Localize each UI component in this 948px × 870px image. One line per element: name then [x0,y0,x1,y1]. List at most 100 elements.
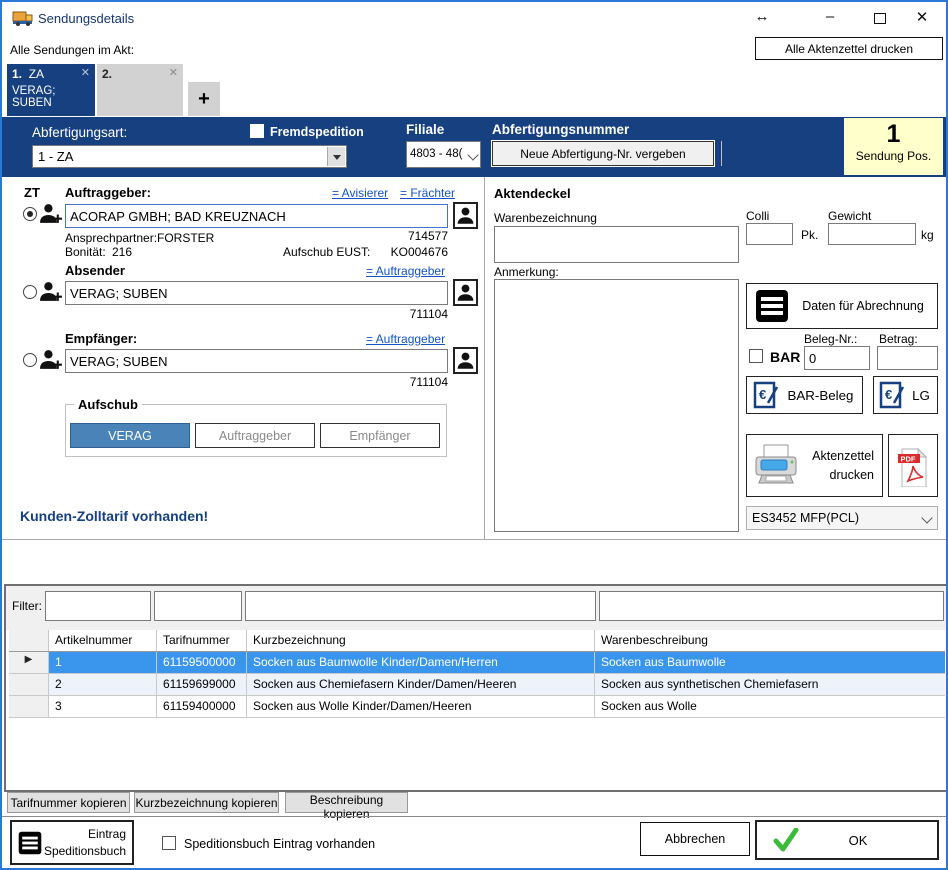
avisierer-link[interactable]: = Avisierer [332,186,388,200]
fremdspedition-checkbox[interactable] [250,124,264,138]
empfaenger-addressbook-button[interactable] [453,347,478,374]
close-button[interactable]: ✕ [907,8,937,26]
svg-text:PDF: PDF [901,454,916,463]
resize-horizontal-icon[interactable]: ↔ [747,8,777,25]
filiale-value: 4803 - 48( [410,148,462,160]
cell-tarifnummer: 61159500000 [157,652,247,673]
pdf-icon: PDF [896,445,930,487]
divider [721,141,722,166]
maximize-button[interactable] [874,13,886,24]
gewicht-input[interactable] [828,223,916,245]
absender-addressbook-button[interactable] [453,279,478,306]
all-shipments-label: Alle Sendungen im Akt: [10,43,134,57]
auftraggeber-addressbook-button[interactable] [453,202,478,229]
cell-kurzbezeichnung: Socken aus Baumwolle Kinder/Damen/Herren [247,652,595,673]
table-row[interactable]: 2 61159699000 Socken aus Chemiefasern Ki… [9,674,945,696]
filter-warenbeschreibung-input[interactable] [599,591,944,621]
tab-party-line2: SUBEN [12,97,90,109]
shipment-tab-1[interactable]: 1. ZA ✕ VERAG; SUBEN [7,64,95,116]
aktenzettel-drucken-button[interactable]: Aktenzettel drucken [746,434,883,497]
absender-auftraggeber-link[interactable]: = Auftraggeber [366,264,445,278]
absender-input[interactable] [65,281,448,305]
speditionsbuch-checkbox[interactable] [162,836,176,850]
aufschub-empfaenger-button[interactable]: Empfänger [320,423,440,448]
copy-tarifnummer-button[interactable]: Tarifnummer kopieren [7,792,130,813]
aufschub-auftraggeber-button[interactable]: Auftraggeber [195,423,315,448]
aufschub-label: Aufschub [74,397,142,412]
fraechter-link[interactable]: = Frächter [400,186,455,200]
daten-abrechnung-button[interactable]: Daten für Abrechnung [746,283,938,329]
absender-radio[interactable] [23,285,37,299]
article-grid: Artikelnummer Tarifnummer Kurzbezeichnun… [6,630,946,790]
speditionsbuch-checkbox-label: Speditionsbuch Eintrag vorhanden [184,837,375,851]
bar-label: BAR [770,349,800,365]
cell-warenbeschreibung: Socken aus Wolle [595,696,945,717]
pdf-export-button[interactable]: PDF [888,434,938,497]
minimize-button[interactable]: – [815,8,845,25]
column-header-warenbeschreibung[interactable]: Warenbeschreibung [595,630,945,651]
copy-kurzbezeichnung-button[interactable]: Kurzbezeichnung kopieren [134,792,279,813]
eintrag-speditionsbuch-button[interactable]: Eintrag Speditionsbuch [10,820,134,865]
dropdown-arrow-icon[interactable] [327,147,345,166]
betrag-input[interactable] [877,346,938,370]
lg-button[interactable]: € LG [873,376,938,414]
cell-artikelnummer: 1 [49,652,157,673]
person-icon [455,281,476,303]
anmerkung-textarea[interactable] [494,279,739,532]
copy-beschreibung-button[interactable]: Beschreibung kopieren [285,792,408,813]
filter-artikelnummer-input[interactable] [45,591,151,621]
sendung-pos-count: 1 [844,120,943,149]
colli-label: Colli [746,209,769,223]
tab-party-line1: VERAG; [12,85,90,97]
tab-close-icon[interactable]: ✕ [81,66,90,79]
auftraggeber-number: 714577 [348,229,448,243]
table-row[interactable]: 3 61159400000 Socken aus Wolle Kinder/Da… [9,696,945,718]
cell-artikelnummer: 2 [49,674,157,695]
svg-text:€: € [885,387,892,402]
filter-tarifnummer-input[interactable] [154,591,242,621]
bar-beleg-button[interactable]: € BAR-Beleg [746,376,863,414]
bar-checkbox[interactable] [749,349,763,363]
colli-input[interactable] [746,223,793,245]
filter-label: Filter: [12,599,42,613]
abbrechen-button[interactable]: Abbrechen [640,822,750,856]
column-header-kurzbezeichnung[interactable]: Kurzbezeichnung [247,630,595,651]
abfertigungsart-dropdown[interactable]: 1 - ZA [32,145,347,168]
cell-warenbeschreibung: Socken aus Baumwolle [595,652,945,673]
svg-text:€: € [759,387,766,402]
person-add-icon[interactable] [38,347,63,372]
warenbezeichnung-textarea[interactable] [494,226,739,263]
printer-select[interactable]: ES3452 MFP(PCL) [746,506,938,530]
column-header-tarifnummer[interactable]: Tarifnummer [157,630,247,651]
shipment-tab-2[interactable]: 2. ✕ [97,64,183,116]
empfaenger-input[interactable] [65,349,448,373]
beleg-nr-input[interactable] [804,346,870,370]
print-all-aktenzettel-button[interactable]: Alle Aktenzettel drucken [755,37,943,60]
table-row[interactable]: ▶ 1 61159500000 Socken aus Baumwolle Kin… [9,652,945,674]
filter-kurzbezeichnung-input[interactable] [245,591,596,621]
add-shipment-tab-button[interactable]: + [188,82,220,116]
empfaenger-auftraggeber-link[interactable]: = Auftraggeber [366,332,445,346]
abfertigungsart-label: Abfertigungsart: [32,125,127,140]
table-header-row: Artikelnummer Tarifnummer Kurzbezeichnun… [9,630,945,652]
cell-kurzbezeichnung: Socken aus Wolle Kinder/Damen/Heeren [247,696,595,717]
auftraggeber-input[interactable] [65,204,448,228]
auftraggeber-radio[interactable] [23,207,37,221]
speditionsbuch-label-line2: Speditionsbuch [44,844,126,858]
truck-icon [12,9,34,27]
empfaenger-radio[interactable] [23,353,37,367]
neue-abfertigung-button[interactable]: Neue Abfertigung-Nr. vergeben [492,141,714,166]
sendungsdetails-window: Sendungsdetails ↔ – ✕ Alle Aktenzettel d… [0,0,948,870]
tab-close-icon[interactable]: ✕ [169,66,178,79]
window-title: Sendungsdetails [38,11,134,26]
ok-button[interactable]: OK [755,820,939,860]
gewicht-label: Gewicht [828,209,871,223]
fremdspedition-label: Fremdspedition [270,125,364,139]
filiale-dropdown[interactable]: 4803 - 48( [406,141,481,168]
absender-label: Absender [65,263,125,278]
person-add-icon[interactable] [38,279,63,304]
person-add-icon[interactable] [38,201,63,226]
aufschub-verag-button[interactable]: VERAG [70,423,190,448]
column-header-artikelnummer[interactable]: Artikelnummer [49,630,157,651]
tab-type: ZA [29,67,44,81]
